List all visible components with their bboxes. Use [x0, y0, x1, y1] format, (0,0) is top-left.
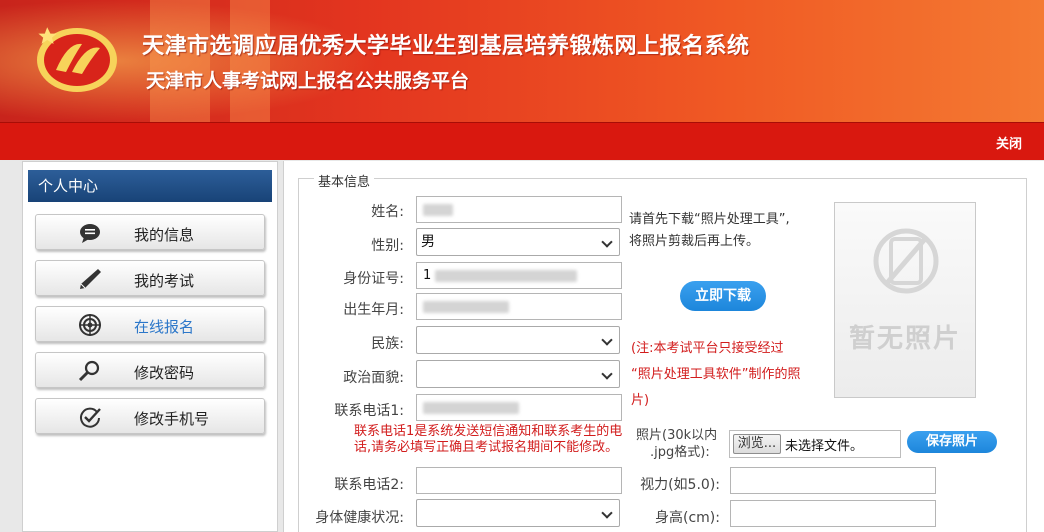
photo-warning-line: (注:本考试平台只接受经过	[631, 341, 784, 356]
birth-input[interactable]	[416, 293, 622, 320]
system-title: 天津市选调应届优秀大学毕业生到基层培养锻炼网上报名系统	[142, 34, 750, 59]
photo-warning-line: 片)	[631, 393, 650, 408]
id-number-input[interactable]: 1	[416, 262, 622, 289]
chevron-down-icon	[601, 236, 613, 248]
photo-tip-line: 请首先下载“照片处理工具”,	[629, 212, 790, 227]
phone2-input[interactable]	[416, 467, 622, 494]
phone1-input[interactable]	[416, 394, 622, 421]
sidebar-item-label: 我的信息	[134, 226, 195, 244]
redacted-text	[435, 270, 577, 282]
phone1-note-line: 联系电话1是系统发送短信通知和联系考生的电	[354, 424, 623, 439]
sidebar-item-label: 我的考试	[134, 272, 195, 290]
phone1-note: 联系电话1是系统发送短信通知和联系考生的电 话,请务必填写正确且考试报名期间不能…	[354, 424, 622, 456]
sidebar-item-label: 修改手机号	[134, 410, 210, 428]
platform-subtitle: 天津市人事考试网上报名公共服务平台	[146, 70, 470, 92]
redacted-text	[423, 301, 509, 313]
redacted-text	[423, 204, 453, 216]
chevron-down-icon	[601, 334, 613, 346]
phone1-label: 联系电话1:	[334, 403, 404, 419]
pen-icon	[80, 269, 101, 289]
height-input[interactable]	[730, 500, 936, 527]
chat-bubble-icon	[80, 224, 100, 243]
photo-tool-tip: 请首先下载“照片处理工具”, 将照片剪裁后再上传。	[629, 209, 790, 253]
birth-label: 出生年月:	[343, 302, 404, 318]
health-label: 身体健康状况:	[315, 510, 404, 526]
photo-upload-label: 照片(30k以内 .jpg格式):	[636, 427, 726, 461]
check-circle-icon	[80, 407, 101, 428]
chevron-down-icon	[601, 507, 613, 519]
sidebar: 个人中心 我的信息 我的考试 在线报名 修改密码 修改手机号	[22, 161, 278, 532]
sidebar-item-label: 在线报名	[134, 318, 195, 336]
ethnicity-select[interactable]	[416, 326, 620, 354]
photo-label-line: 照片(30k以内	[636, 428, 718, 443]
photo-warning-line: “照片处理工具软件”制作的照	[631, 367, 801, 382]
vision-label: 视力(如5.0):	[640, 477, 720, 493]
height-label: 身高(cm):	[655, 510, 720, 526]
sidebar-title: 个人中心	[28, 170, 272, 202]
name-input[interactable]	[416, 196, 622, 223]
file-status-text: 未选择文件。	[785, 439, 864, 454]
id-number-label: 身份证号:	[343, 271, 404, 287]
header-banner: 天津市选调应届优秀大学毕业生到基层培养锻炼网上报名系统 天津市人事考试网上报名公…	[0, 0, 1044, 122]
vision-input[interactable]	[730, 467, 936, 494]
photo-preview: 暂无照片	[834, 202, 976, 398]
no-photo-icon	[873, 228, 939, 294]
name-label: 姓名:	[371, 204, 404, 220]
photo-file-input[interactable]: 浏览... 未选择文件。	[729, 430, 901, 458]
sidebar-item-online-registration[interactable]: 在线报名	[35, 306, 265, 342]
phone2-label: 联系电话2:	[334, 477, 404, 493]
top-nav-bar: 关闭	[0, 122, 1044, 160]
sidebar-item-my-exams[interactable]: 我的考试	[35, 260, 265, 296]
sidebar-item-label: 修改密码	[134, 364, 195, 382]
photo-label-line: .jpg格式):	[650, 445, 710, 460]
banner-pillar	[230, 0, 270, 122]
ethnicity-label: 民族:	[371, 336, 404, 352]
phone1-note-line: 话,请务必填写正确且考试报名期间不能修改。	[354, 440, 619, 455]
target-icon	[79, 314, 101, 336]
health-select[interactable]	[416, 499, 620, 527]
magnifier-icon	[78, 360, 100, 382]
fieldset-legend: 基本信息	[314, 171, 375, 190]
banner-pillar	[150, 0, 210, 122]
sidebar-item-change-password[interactable]: 修改密码	[35, 352, 265, 388]
sidebar-item-my-info[interactable]: 我的信息	[35, 214, 265, 250]
photo-warning: (注:本考试平台只接受经过 “照片处理工具软件”制作的照 片)	[631, 336, 800, 414]
gender-value: 男	[421, 234, 435, 250]
chevron-down-icon	[601, 368, 613, 380]
logo-icon	[37, 27, 117, 92]
no-photo-text: 暂无照片	[848, 324, 961, 354]
redacted-text	[423, 402, 519, 414]
sidebar-item-change-phone[interactable]: 修改手机号	[35, 398, 265, 434]
gender-select[interactable]: 男	[416, 228, 620, 256]
photo-tip-line: 将照片剪裁后再上传。	[629, 234, 760, 249]
gender-label: 性别:	[371, 238, 404, 254]
id-number-value: 1	[423, 268, 432, 283]
save-photo-button[interactable]: 保存照片	[907, 431, 997, 453]
browse-button[interactable]: 浏览...	[733, 434, 781, 454]
political-select[interactable]	[416, 360, 620, 388]
download-tool-button[interactable]: 立即下载	[680, 281, 766, 311]
close-link[interactable]: 关闭	[996, 133, 1022, 152]
political-label: 政治面貌:	[343, 370, 404, 386]
